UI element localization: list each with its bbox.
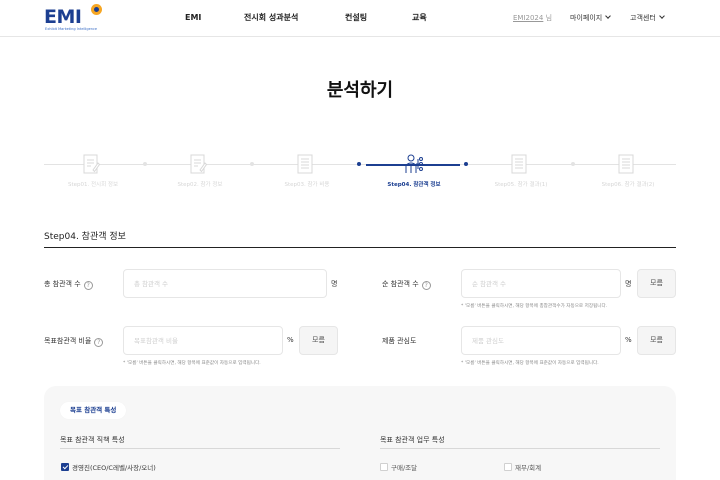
support-label: 고객센터 xyxy=(630,14,656,22)
target-ratio-hint: * '모름' 버튼을 클릭하시면, 해당 항목에 표준값이 자동으로 입력됩니다… xyxy=(123,361,261,366)
product-interest-label: 제품 관심도 xyxy=(382,337,417,345)
document-list-icon xyxy=(618,154,634,174)
document-list-icon xyxy=(297,154,313,174)
product-interest-hint: * '모름' 버튼을 클릭하시면, 해당 항목에 표준값이 자동으로 입력됩니다… xyxy=(461,361,599,366)
step-label-3: Step03. 참가 비용 xyxy=(284,182,330,188)
task-option-finance[interactable]: 재무/회계 xyxy=(504,462,541,472)
step-separator-dot xyxy=(250,162,254,166)
section-divider xyxy=(44,247,676,248)
logo-badge-icon xyxy=(91,4,102,15)
net-visitors-input[interactable] xyxy=(461,269,621,298)
task-option-label: 재무/회계 xyxy=(515,464,542,472)
product-interest-input[interactable] xyxy=(461,326,621,355)
chevron-down-icon xyxy=(605,13,612,19)
product-interest-unknown-button[interactable]: 모름 xyxy=(637,326,676,355)
checkbox-icon[interactable] xyxy=(380,463,388,471)
characteristics-chip: 목표 참관객 특성 xyxy=(60,402,127,419)
step-label-4: Step04. 참관객 정보 xyxy=(387,182,441,188)
target-ratio-input[interactable] xyxy=(123,326,283,355)
help-icon[interactable]: ? xyxy=(421,281,431,290)
position-divider xyxy=(60,448,340,449)
product-interest-unit: % xyxy=(625,336,632,344)
top-header: EMI Exhibit Marketing Intelligence EMI 전… xyxy=(0,0,720,37)
target-ratio-unknown-button[interactable]: 모름 xyxy=(299,326,338,355)
nav-education[interactable]: 교육 xyxy=(412,0,427,36)
logo-wordmark: EMI xyxy=(44,6,82,28)
checkbox-icon[interactable] xyxy=(504,463,512,471)
emi-logo[interactable]: EMI Exhibit Marketing Intelligence xyxy=(44,4,104,32)
help-icon[interactable]: ? xyxy=(83,281,93,290)
target-ratio-unit: % xyxy=(287,336,294,344)
target-ratio-label: 목표참관객 비율? xyxy=(44,336,104,347)
net-visitors-unit: 명 xyxy=(625,280,632,288)
step-label-2: Step02. 참가 정보 xyxy=(177,182,223,188)
nav-consulting[interactable]: 컨설팅 xyxy=(345,0,367,36)
target-ratio-label-text: 목표참관객 비율 xyxy=(44,337,92,345)
document-edit-icon xyxy=(83,154,100,174)
step-label-6: Step06. 참가 결과(2) xyxy=(601,182,655,188)
task-title: 목표 참관객 업무 특성 xyxy=(380,436,445,444)
total-visitors-input[interactable] xyxy=(123,269,327,298)
nav-exhibition-analysis[interactable]: 전시회 성과분석 xyxy=(244,0,298,36)
help-icon[interactable]: ? xyxy=(94,338,104,347)
position-option-label: 경영진(CEO/C레벨/사장/오너) xyxy=(72,464,156,472)
task-divider xyxy=(380,448,660,449)
document-list-icon xyxy=(511,154,527,174)
step-separator-dot xyxy=(464,162,468,166)
nav-emi[interactable]: EMI xyxy=(185,0,201,36)
total-visitors-label: 총 참관객 수? xyxy=(44,279,93,290)
step-label-1: Step01. 전시회 정보 xyxy=(67,182,119,188)
support-menu[interactable]: 고객센터 xyxy=(630,0,665,36)
people-network-icon xyxy=(405,154,423,173)
logo-tagline: Exhibit Marketing Intelligence xyxy=(45,27,98,31)
user-name[interactable]: EMI2024 xyxy=(513,14,543,22)
target-characteristics-panel: 목표 참관객 특성 목표 참관객 직책 특성 경영진(CEO/C레벨/사장/오너… xyxy=(44,386,676,480)
task-option-purchasing[interactable]: 구매/조달 xyxy=(380,462,417,472)
net-visitors-hint: * '모름' 버튼을 클릭하시면, 해당 항목에 총참관객수가 자동으로 저장됩… xyxy=(461,304,608,309)
chevron-down-icon xyxy=(658,13,665,19)
checkbox-checked-icon[interactable] xyxy=(61,463,69,471)
total-visitors-unit: 명 xyxy=(331,280,338,288)
position-option-executive[interactable]: 경영진(CEO/C레벨/사장/오너) xyxy=(61,462,156,472)
step-progress: Step01. 전시회 정보 Step02. 참가 정보 Step03. 참가 … xyxy=(44,148,676,198)
mypage-menu[interactable]: 마이페이지 xyxy=(570,0,612,36)
step-separator-dot xyxy=(571,162,575,166)
step-label-5: Step05. 참가 결과(1) xyxy=(494,182,548,188)
position-title: 목표 참관객 직책 특성 xyxy=(60,436,125,444)
page-title: 분석하기 xyxy=(326,80,394,101)
net-visitors-label: 순 참관객 수? xyxy=(382,279,431,290)
document-edit-icon xyxy=(190,154,207,174)
task-option-label: 구매/조달 xyxy=(391,464,418,472)
step-separator-dot xyxy=(357,162,361,166)
section-title: Step04. 참관객 정보 xyxy=(44,232,126,242)
step-separator-dot xyxy=(143,162,147,166)
mypage-label: 마이페이지 xyxy=(570,14,603,22)
net-visitors-unknown-button[interactable]: 모름 xyxy=(637,269,676,298)
user-greeting[interactable]: EMI2024 님 xyxy=(513,0,552,36)
net-visitors-label-text: 순 참관객 수 xyxy=(382,280,419,288)
user-suffix: 님 xyxy=(543,14,553,22)
total-visitors-label-text: 총 참관객 수 xyxy=(44,280,81,288)
